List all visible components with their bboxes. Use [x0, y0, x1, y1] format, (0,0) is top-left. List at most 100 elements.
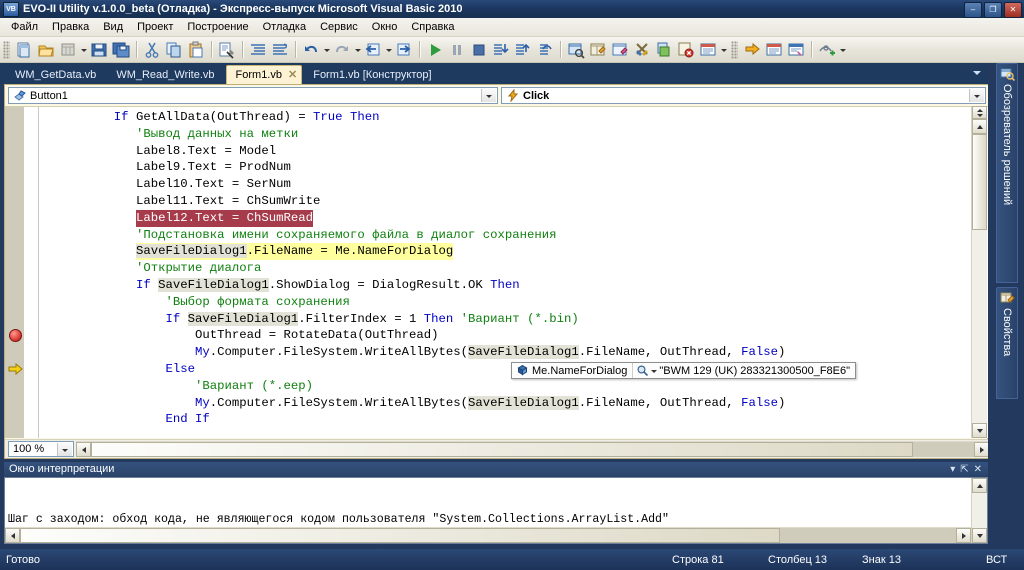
breakpoint-dot-icon[interactable]: [9, 329, 22, 342]
minimize-button[interactable]: –: [964, 2, 982, 18]
menu-view[interactable]: Вид: [96, 19, 130, 35]
step-into-icon[interactable]: [491, 40, 511, 60]
cut-icon[interactable]: [142, 40, 162, 60]
immediate-window-output[interactable]: Шаг с заходом: обход кода, не являющегос…: [4, 477, 988, 544]
vertical-scroll-thumb[interactable]: [972, 134, 987, 230]
menu-file[interactable]: Файл: [4, 19, 45, 35]
watch-window-icon[interactable]: [764, 40, 784, 60]
sidebar-item-properties[interactable]: Свойства: [996, 287, 1018, 399]
code-surface[interactable]: If GetAllData(OutThread) = True Then 'Вы…: [5, 106, 989, 438]
close-icon[interactable]: ✕: [974, 464, 982, 475]
horizontal-scroll-track[interactable]: [91, 441, 974, 457]
debugger-datatip[interactable]: Me.NameForDialog "BWM 129 (UK) 283321300…: [511, 362, 857, 379]
undo-icon[interactable]: [301, 40, 321, 60]
toolbar-grip[interactable]: [3, 40, 10, 59]
visualizer-magnifier-icon[interactable]: [636, 364, 649, 377]
class-combo[interactable]: Button1: [8, 87, 498, 104]
member-combo[interactable]: Click: [501, 87, 986, 104]
navigate-forward-icon[interactable]: [394, 40, 414, 60]
show-next-statement-icon[interactable]: [742, 40, 762, 60]
menu-edit[interactable]: Правка: [45, 19, 96, 35]
redo-dropdown-icon[interactable]: [353, 40, 362, 60]
breakpoint-gutter[interactable]: [5, 107, 25, 438]
zoom-combo[interactable]: 100 %: [8, 441, 74, 457]
fold-margin[interactable]: [26, 107, 39, 438]
immediate-horizontal-thumb[interactable]: [20, 527, 780, 543]
horizontal-scroll-thumb[interactable]: [91, 441, 913, 457]
save-icon[interactable]: [89, 40, 109, 60]
menu-project[interactable]: Проект: [130, 19, 180, 35]
code-text[interactable]: If GetAllData(OutThread) = True Then 'Вы…: [40, 109, 989, 438]
scroll-left-icon[interactable]: [76, 441, 91, 457]
tab-form1-vb[interactable]: Form1.vb ✕: [225, 65, 303, 84]
immediate-window-icon[interactable]: [698, 40, 718, 60]
uncomment-lines-icon[interactable]: [270, 40, 290, 60]
right-dock-strip: Обозреватель решений Свойства: [988, 63, 1024, 544]
status-text: Готово: [6, 553, 40, 566]
scroll-left-icon[interactable]: [5, 527, 20, 543]
code-token: 'Вариант (*.bin): [460, 311, 579, 326]
step-out-icon[interactable]: [535, 40, 555, 60]
zoom-combo-arrow-icon[interactable]: [57, 443, 72, 456]
pin-icon[interactable]: ⇱: [960, 464, 968, 475]
add-item-icon[interactable]: [58, 40, 78, 60]
properties-window-icon[interactable]: [588, 40, 608, 60]
scroll-up-icon[interactable]: [972, 119, 987, 134]
debug-toolbar-grip[interactable]: [731, 40, 738, 59]
visualizer-dropdown-icon[interactable]: [650, 364, 658, 377]
close-button[interactable]: ✕: [1004, 2, 1022, 18]
find-replace-icon[interactable]: [217, 40, 237, 60]
locals-window-icon[interactable]: [786, 40, 806, 60]
chevron-down-icon[interactable]: ▾: [950, 464, 955, 475]
undo-dropdown-icon[interactable]: [322, 40, 331, 60]
immediate-horizontal-scrollbar[interactable]: [5, 527, 971, 543]
immediate-vertical-scrollbar[interactable]: [971, 478, 987, 543]
menu-help[interactable]: Справка: [404, 19, 461, 35]
code-token: Label9.Text = ProdNum: [135, 160, 291, 175]
copy-icon[interactable]: [164, 40, 184, 60]
class-combo-arrow-icon[interactable]: [481, 89, 496, 102]
add-watch-icon[interactable]: [817, 40, 837, 60]
sidebar-item-solution-explorer[interactable]: Обозреватель решений: [996, 63, 1018, 283]
pause-icon[interactable]: [447, 40, 467, 60]
menu-window[interactable]: Окно: [365, 19, 405, 35]
immediate-h-track[interactable]: [20, 527, 956, 543]
start-debugging-icon[interactable]: [425, 40, 445, 60]
add-item-dropdown-icon[interactable]: [79, 40, 88, 60]
stop-debugging-icon[interactable]: [469, 40, 489, 60]
navigate-backward-dropdown-icon[interactable]: [384, 40, 393, 60]
menu-tools[interactable]: Сервис: [313, 19, 365, 35]
editor-vertical-scrollbar[interactable]: [971, 106, 987, 438]
comment-lines-icon[interactable]: [248, 40, 268, 60]
error-list-icon[interactable]: [654, 40, 674, 60]
solution-explorer-icon[interactable]: [566, 40, 586, 60]
navigate-backward-icon[interactable]: [363, 40, 383, 60]
breakpoints-icon[interactable]: [676, 40, 696, 60]
object-browser-icon[interactable]: [610, 40, 630, 60]
scroll-down-icon[interactable]: [972, 423, 987, 438]
tab-wm-read-write[interactable]: WM_Read_Write.vb: [107, 67, 223, 84]
open-file-icon[interactable]: [36, 40, 56, 60]
maximize-button[interactable]: ❐: [984, 2, 1002, 18]
tab-form1-designer[interactable]: Form1.vb [Конструктор]: [304, 67, 440, 84]
debug-toolbar-overflow-icon[interactable]: [838, 40, 847, 60]
menu-debug[interactable]: Отладка: [256, 19, 313, 35]
close-icon[interactable]: ✕: [288, 66, 297, 84]
scroll-right-icon[interactable]: [974, 441, 989, 457]
editor-split-button[interactable]: [972, 106, 987, 119]
chevron-down-icon[interactable]: [971, 66, 984, 79]
tab-wm-getdata[interactable]: WM_GetData.vb: [6, 67, 105, 84]
member-combo-arrow-icon[interactable]: [969, 89, 984, 102]
scroll-right-icon[interactable]: [956, 527, 971, 543]
scroll-up-icon[interactable]: [972, 478, 987, 493]
toolbox-icon[interactable]: [632, 40, 652, 60]
new-project-icon[interactable]: [14, 40, 34, 60]
scroll-down-icon[interactable]: [972, 528, 987, 543]
step-over-icon[interactable]: [513, 40, 533, 60]
redo-icon[interactable]: [332, 40, 352, 60]
save-all-icon[interactable]: [111, 40, 131, 60]
editor-horizontal-scrollbar[interactable]: [76, 441, 989, 457]
toolbar-overflow-icon[interactable]: [719, 40, 728, 60]
paste-icon[interactable]: [186, 40, 206, 60]
menu-build[interactable]: Построение: [180, 19, 255, 35]
